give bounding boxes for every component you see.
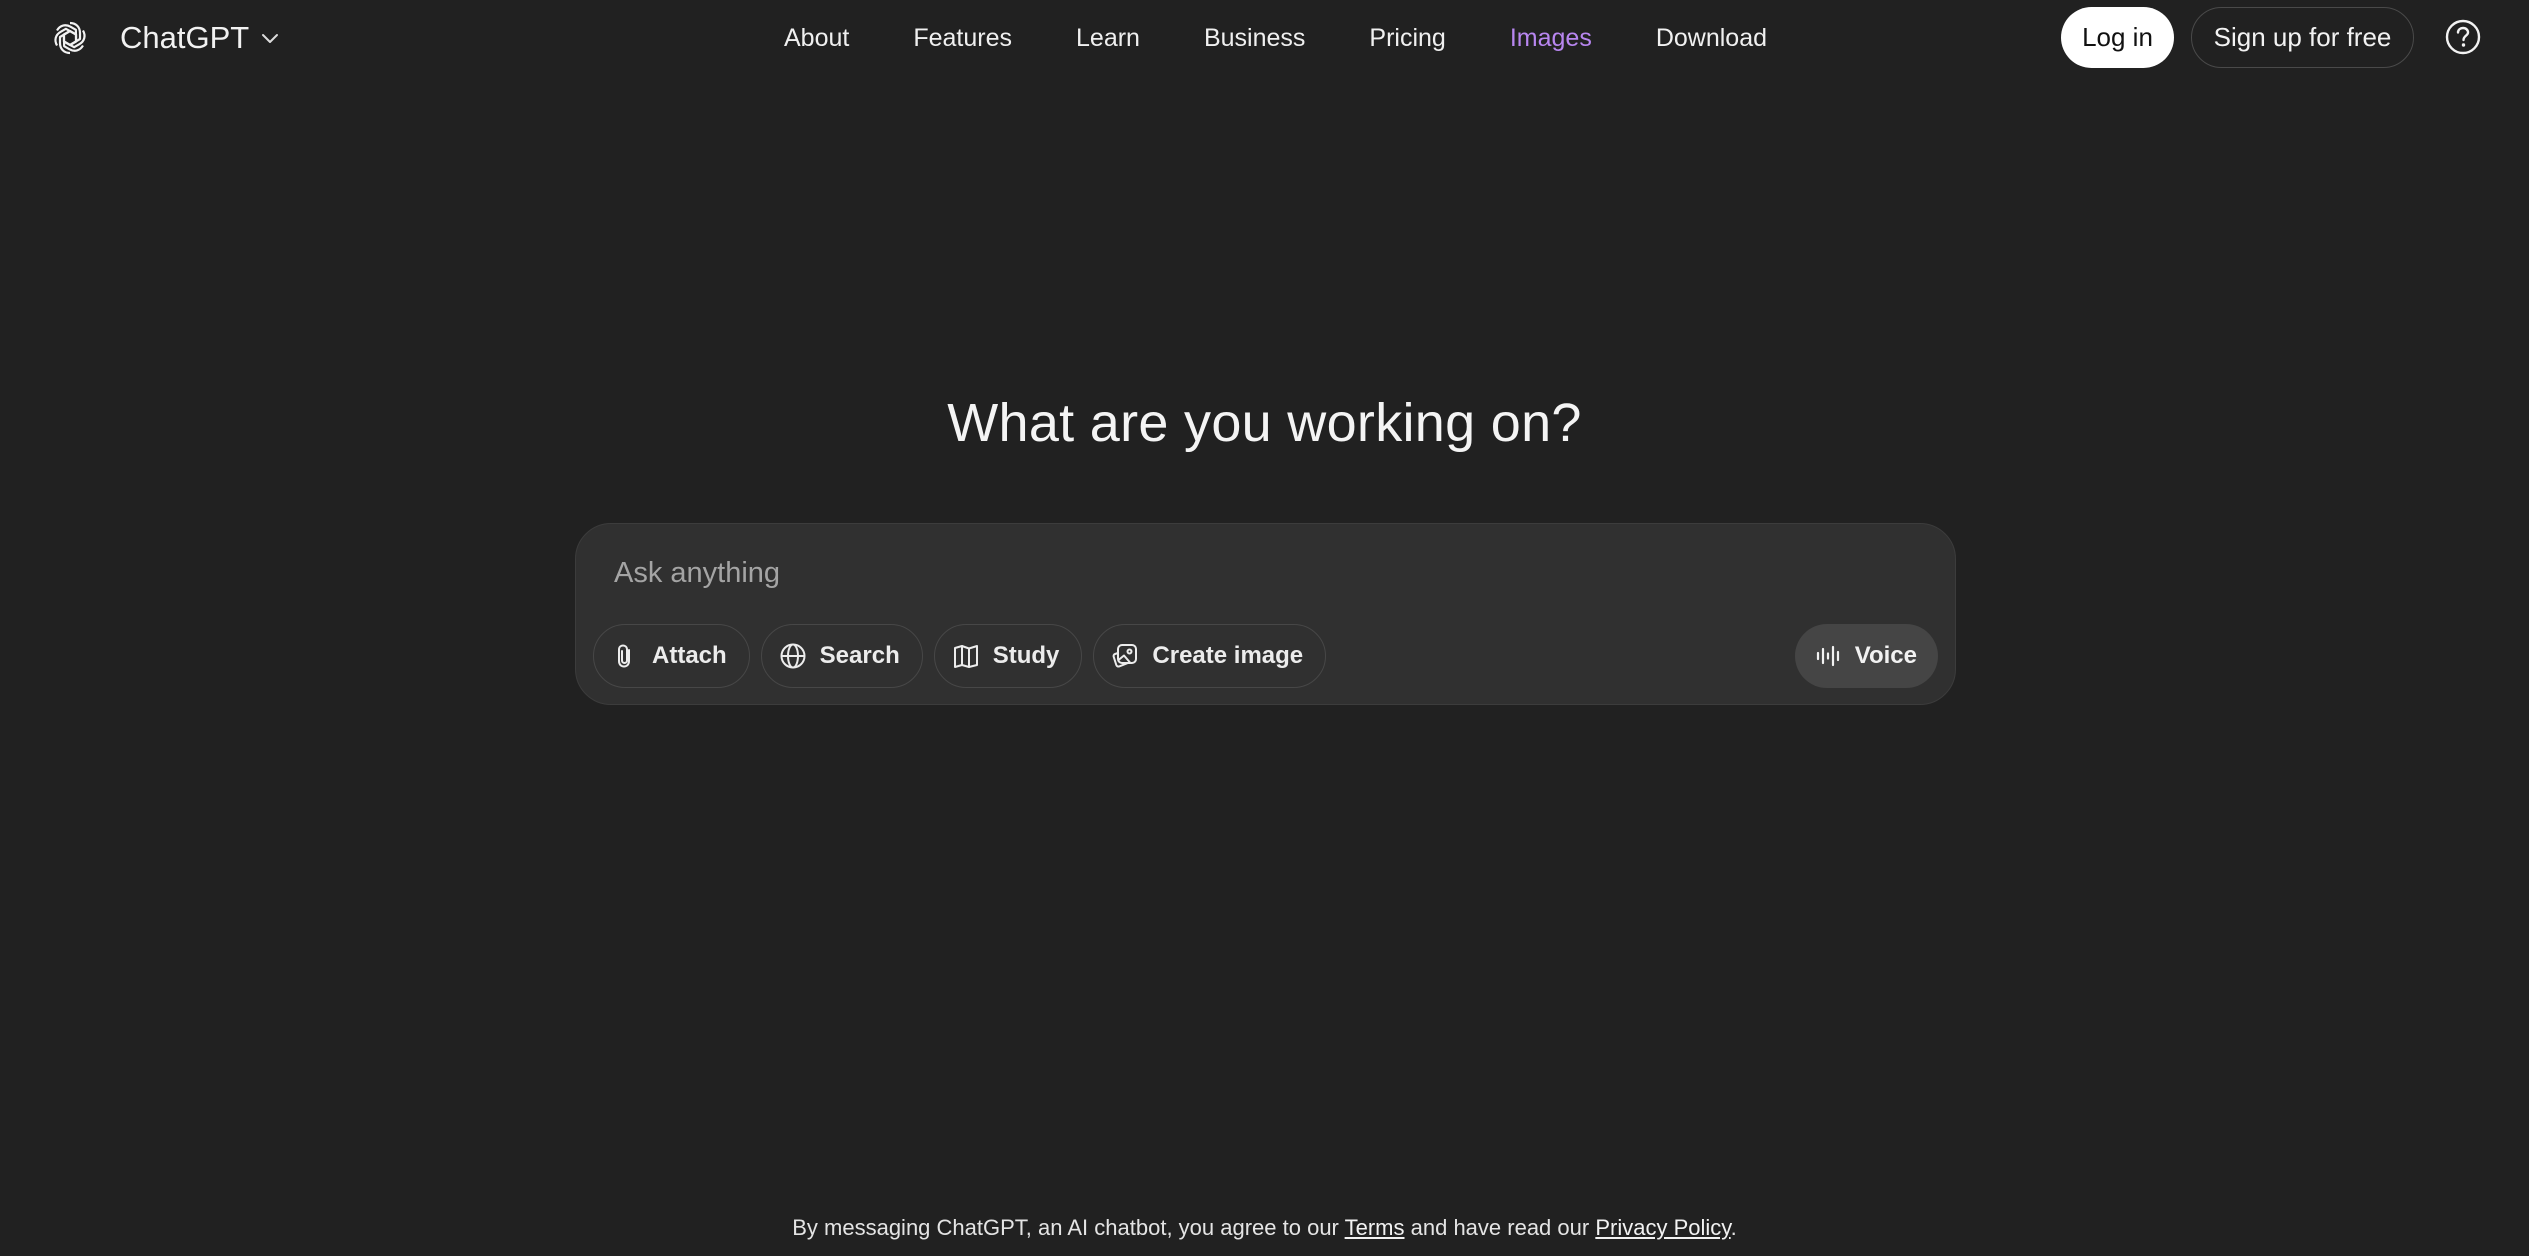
nav-link-learn[interactable]: Learn: [1076, 24, 1140, 53]
book-icon: [953, 645, 978, 668]
composer-tools: Attach Search Study Create image: [593, 624, 1337, 688]
chat-composer: Attach Search Study: [575, 523, 1956, 705]
footer-prefix: By messaging ChatGPT, an AI chatbot, you…: [792, 1215, 1339, 1240]
create-image-button[interactable]: Create image: [1093, 624, 1327, 688]
attach-button[interactable]: Attach: [593, 624, 750, 688]
paperclip-icon: [618, 644, 630, 668]
study-label: Study: [992, 642, 1060, 669]
nav-link-about[interactable]: About: [784, 24, 849, 53]
study-button[interactable]: Study: [933, 624, 1083, 688]
login-button[interactable]: Log in: [2061, 7, 2174, 68]
image-icon: [1112, 644, 1138, 668]
create-image-label: Create image: [1152, 642, 1304, 669]
privacy-policy-link[interactable]: Privacy Policy: [1595, 1215, 1730, 1240]
terms-link[interactable]: Terms: [1345, 1215, 1405, 1240]
nav-link-download[interactable]: Download: [1656, 24, 1767, 53]
model-switcher[interactable]: ChatGPT: [50, 14, 281, 62]
voice-button[interactable]: Voice: [1794, 624, 1938, 688]
brand-name: ChatGPT: [120, 20, 250, 55]
openai-logo-icon: [50, 20, 90, 56]
voice-waveform-icon: [1816, 645, 1839, 667]
signup-button[interactable]: Sign up for free: [2191, 7, 2414, 68]
page-headline: What are you working on?: [947, 393, 1582, 453]
search-label: Search: [819, 642, 900, 669]
top-bar: ChatGPT About Features Learn Business Pr…: [0, 0, 2529, 76]
nav-link-images[interactable]: Images: [1510, 24, 1592, 53]
search-button[interactable]: Search: [760, 624, 923, 688]
voice-label: Voice: [1854, 642, 1917, 669]
help-icon: [2445, 19, 2481, 55]
footer-suffix: .: [1730, 1215, 1737, 1240]
help-button[interactable]: [2443, 17, 2483, 57]
nav-link-pricing[interactable]: Pricing: [1369, 24, 1445, 53]
nav-link-features[interactable]: Features: [913, 24, 1012, 53]
attach-label: Attach: [652, 642, 727, 669]
footer-middle: and have read our: [1410, 1215, 1590, 1240]
legal-footer: By messaging ChatGPT, an AI chatbot, you…: [0, 1215, 2529, 1241]
chevron-down-icon: [262, 34, 279, 43]
globe-icon: [780, 643, 806, 669]
main-nav: About Features Learn Business Pricing Im…: [784, 18, 1767, 58]
prompt-input[interactable]: [612, 548, 1912, 598]
nav-link-business[interactable]: Business: [1204, 24, 1305, 53]
